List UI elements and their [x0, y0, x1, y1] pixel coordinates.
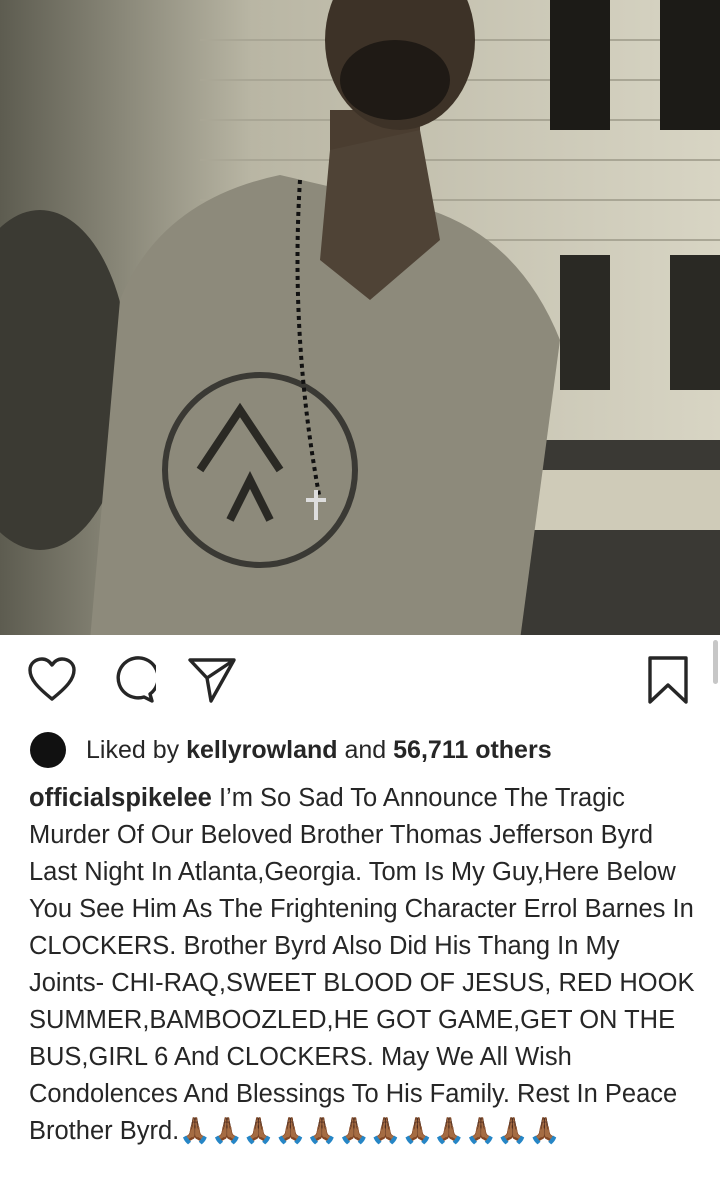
post-photo-illustration [0, 0, 720, 635]
liker-avatar[interactable] [30, 732, 66, 768]
paper-plane-icon[interactable] [186, 654, 238, 706]
likes-prefix: Liked by [86, 735, 180, 764]
post-caption: officialspikelee I’m So Sad To Announce … [29, 780, 699, 1150]
post-photo[interactable] [0, 0, 720, 635]
bookmark-icon[interactable] [642, 654, 694, 706]
likes-middle: and [344, 735, 387, 764]
post-actions-bar [0, 648, 720, 712]
praying-hands-emojis: 🙏🏾🙏🏾🙏🏾🙏🏾🙏🏾🙏🏾🙏🏾🙏🏾🙏🏾🙏🏾🙏🏾🙏🏾 [179, 1117, 561, 1145]
liker-username[interactable]: kellyrowland [186, 736, 337, 765]
caption-username[interactable]: officialspikelee [29, 784, 212, 812]
comment-icon[interactable] [106, 654, 158, 706]
caption-text: I’m So Sad To Announce The Tragic Murder… [29, 784, 695, 1145]
heart-icon[interactable] [26, 654, 78, 706]
likes-count[interactable]: 56,711 others [393, 736, 551, 765]
likes-summary[interactable]: Liked by kellyrowland and 56,711 others [30, 730, 552, 770]
